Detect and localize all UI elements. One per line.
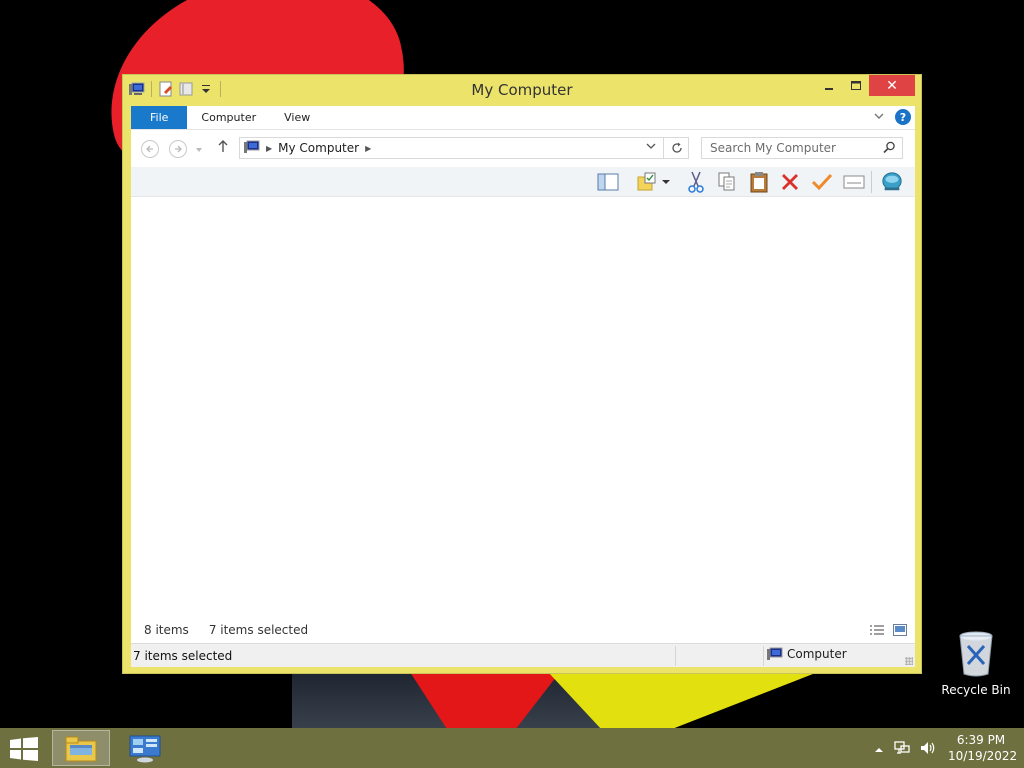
clock-time: 6:39 PM (956, 733, 1006, 747)
delete-x-icon (782, 174, 798, 190)
close-icon: ✕ (886, 77, 898, 94)
tab-computer[interactable]: Computer (187, 106, 270, 129)
recent-locations-icon[interactable] (195, 143, 203, 157)
file-list-area[interactable] (131, 197, 915, 617)
control-panel-icon (129, 735, 161, 763)
computer-icon (244, 140, 260, 157)
arrow-up-icon (218, 140, 228, 152)
help-icon[interactable]: ? (895, 109, 911, 125)
network-button[interactable] (881, 172, 903, 192)
command-toolbar (131, 167, 915, 197)
globe-icon (882, 172, 902, 191)
check-button[interactable] (811, 172, 833, 192)
refresh-icon (671, 142, 682, 153)
taskbar-file-explorer[interactable] (52, 730, 110, 766)
paste-button[interactable] (748, 172, 770, 193)
navigation-bar: ▶ My Computer ▶ Search My Computer (131, 129, 915, 167)
status-location: Computer (767, 647, 847, 661)
status-location-label: Computer (787, 647, 847, 661)
windows-logo-icon (10, 737, 38, 761)
details-view-icon[interactable] (869, 624, 885, 639)
maximize-button[interactable] (842, 75, 869, 96)
explorer-window: My Computer ✕ File Computer View ? ▶ My … (122, 74, 922, 674)
title-bar[interactable]: My Computer ✕ (123, 75, 921, 105)
address-dropdown-icon[interactable] (646, 141, 656, 154)
refresh-button[interactable] (663, 137, 689, 159)
clock-date: 10/19/2022 (948, 749, 1018, 763)
breadcrumb-my-computer[interactable]: My Computer (278, 141, 359, 155)
ribbon-right-controls: ? (873, 109, 911, 125)
tab-file[interactable]: File (131, 106, 188, 129)
status-bar: 7 items selected Computer (131, 643, 915, 667)
search-placeholder: Search My Computer (710, 141, 836, 155)
recycle-bin-shortcut[interactable]: Recycle Bin (940, 630, 1012, 697)
status-divider (763, 646, 764, 666)
preview-pane-button[interactable] (597, 172, 619, 192)
forward-button[interactable] (169, 140, 187, 158)
copy-button[interactable] (716, 172, 738, 192)
recycle-bin-icon (959, 631, 993, 677)
minimize-button[interactable] (815, 75, 842, 96)
system-tray (874, 740, 936, 759)
tab-view[interactable]: View (270, 106, 324, 129)
volume-icon[interactable] (920, 740, 936, 759)
show-hidden-icons-icon[interactable] (874, 743, 884, 757)
rename-icon (843, 175, 865, 189)
expand-ribbon-icon[interactable] (873, 110, 885, 125)
folder-check-icon (637, 172, 656, 191)
breadcrumb-arrow-icon[interactable]: ▶ (266, 144, 272, 153)
folder-options-button[interactable] (636, 172, 658, 192)
folder-options-dropdown[interactable] (659, 172, 673, 192)
clock[interactable]: 6:39 PM 10/19/2022 (948, 732, 1018, 764)
checkmark-icon (811, 173, 833, 191)
selected-count: 7 items selected (208, 623, 309, 637)
window-title: My Computer (471, 81, 573, 99)
up-button[interactable] (217, 139, 229, 157)
breadcrumb-arrow-icon[interactable]: ▶ (365, 144, 371, 153)
taskbar-control-panel[interactable] (116, 730, 174, 766)
delete-button[interactable] (779, 172, 801, 192)
search-input[interactable]: Search My Computer (701, 137, 903, 159)
chevron-down-icon (662, 180, 670, 184)
caption-buttons: ✕ (815, 75, 915, 96)
taskbar: 6:39 PM 10/19/2022 (0, 728, 1024, 768)
preview-pane-icon (597, 173, 619, 191)
arrow-right-icon (175, 145, 182, 153)
network-icon[interactable] (894, 740, 910, 759)
rename-button[interactable] (843, 172, 865, 192)
close-button[interactable]: ✕ (869, 75, 915, 96)
item-count: 8 items (144, 623, 189, 637)
ribbon-tabs: File Computer View ? (131, 106, 915, 129)
toolbar-separator (871, 171, 872, 193)
back-button[interactable] (141, 140, 159, 158)
view-switcher (869, 624, 907, 639)
recycle-bin-label: Recycle Bin (941, 683, 1011, 697)
resize-grip[interactable] (905, 657, 913, 665)
copy-icon (718, 172, 735, 191)
clipboard-icon (750, 172, 768, 193)
address-bar[interactable]: ▶ My Computer ▶ (239, 137, 689, 159)
large-icons-view-icon[interactable] (893, 624, 907, 639)
status-divider (675, 646, 676, 666)
scissors-icon (688, 171, 704, 193)
status-selection: 7 items selected (133, 648, 233, 663)
start-button[interactable] (10, 737, 38, 764)
cut-button[interactable] (685, 171, 707, 193)
computer-icon (767, 647, 783, 660)
search-icon[interactable] (883, 141, 896, 157)
arrow-left-icon (146, 145, 153, 153)
file-explorer-icon (65, 736, 97, 762)
details-status-bar: 8 items 7 items selected (131, 617, 915, 643)
